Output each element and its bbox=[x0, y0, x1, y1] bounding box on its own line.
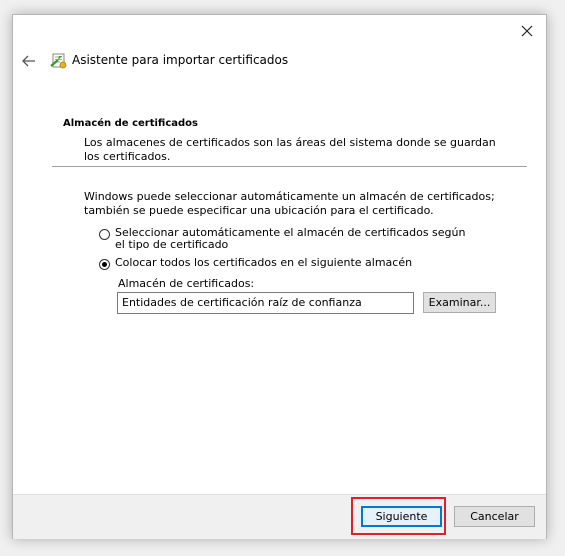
section-description: Los almacenes de certificados son las ár… bbox=[84, 136, 496, 163]
place-in-store-radio[interactable] bbox=[99, 259, 110, 270]
back-arrow-icon bbox=[22, 55, 35, 67]
intro-text: Windows puede seleccionar automáticament… bbox=[84, 190, 495, 217]
place-in-store-label: Colocar todos los certificados en el sig… bbox=[115, 256, 413, 269]
next-button[interactable]: Siguiente bbox=[361, 506, 442, 527]
auto-select-store-label: Seleccionar automáticamente el almacén d… bbox=[115, 226, 466, 251]
certificate-store-field[interactable]: Entidades de certificación raíz de confi… bbox=[117, 292, 414, 314]
certificate-wizard-icon bbox=[50, 53, 67, 69]
back-button[interactable] bbox=[19, 51, 39, 71]
auto-select-store-option[interactable]: Seleccionar automáticamente el almacén d… bbox=[99, 227, 475, 251]
import-wizard-dialog: Asistente para importar certificados Alm… bbox=[12, 14, 547, 539]
close-button[interactable] bbox=[516, 21, 538, 41]
section-title: Almacén de certificados bbox=[63, 118, 198, 129]
certificate-store-label: Almacén de certificados: bbox=[118, 277, 255, 290]
browse-button[interactable]: Examinar... bbox=[423, 292, 496, 313]
place-in-store-option[interactable]: Colocar todos los certificados en el sig… bbox=[99, 257, 475, 270]
wizard-footer: Siguiente Cancelar bbox=[13, 494, 546, 539]
header-divider bbox=[52, 166, 527, 167]
wizard-title: Asistente para importar certificados bbox=[72, 53, 289, 67]
close-icon bbox=[521, 25, 533, 37]
auto-select-store-radio[interactable] bbox=[99, 229, 110, 240]
cancel-button[interactable]: Cancelar bbox=[454, 506, 535, 527]
